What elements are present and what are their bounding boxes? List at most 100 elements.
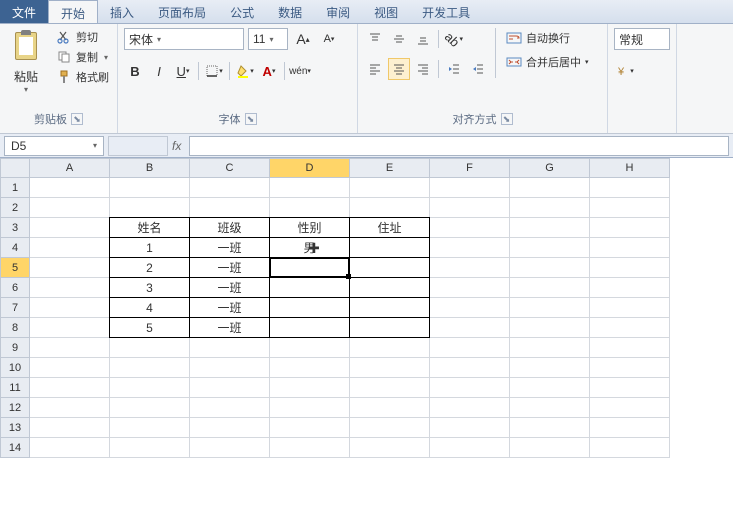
cell[interactable]: 住址	[349, 217, 430, 238]
cell[interactable]	[30, 298, 110, 318]
border-button[interactable]: ▾	[203, 60, 225, 82]
cell[interactable]	[430, 278, 510, 298]
cell[interactable]: 2	[109, 257, 190, 278]
col-header[interactable]: F	[430, 158, 510, 178]
cell[interactable]: 5	[109, 317, 190, 338]
cell[interactable]	[350, 438, 430, 458]
row-header[interactable]: 13	[0, 418, 30, 438]
cell[interactable]	[590, 358, 670, 378]
cell[interactable]	[430, 358, 510, 378]
cell[interactable]	[270, 358, 350, 378]
bold-button[interactable]: B	[124, 60, 146, 82]
cell[interactable]	[110, 338, 190, 358]
cell[interactable]	[510, 438, 590, 458]
tab-developer[interactable]: 开发工具	[410, 0, 482, 23]
cell[interactable]	[269, 277, 350, 298]
cell[interactable]	[349, 317, 430, 338]
cell[interactable]	[430, 418, 510, 438]
row-header[interactable]: 10	[0, 358, 30, 378]
cell[interactable]	[110, 198, 190, 218]
name-box[interactable]: D5▾	[4, 136, 104, 156]
row-header[interactable]: 5	[0, 258, 30, 278]
cell[interactable]	[590, 218, 670, 238]
cell[interactable]	[30, 218, 110, 238]
alignment-expand-icon[interactable]: ⬊	[501, 113, 513, 125]
cell[interactable]	[350, 338, 430, 358]
col-header[interactable]: H	[590, 158, 670, 178]
cell[interactable]	[270, 398, 350, 418]
font-size-combo[interactable]: 11▾	[248, 28, 288, 50]
row-header[interactable]: 14	[0, 438, 30, 458]
cell[interactable]	[110, 438, 190, 458]
cell[interactable]: 性别	[269, 217, 350, 238]
cell[interactable]	[270, 418, 350, 438]
cell[interactable]	[510, 298, 590, 318]
cell[interactable]	[430, 338, 510, 358]
font-expand-icon[interactable]: ⬊	[245, 113, 257, 125]
tab-home[interactable]: 开始	[48, 0, 98, 23]
cell[interactable]	[349, 257, 430, 278]
row-header[interactable]: 12	[0, 398, 30, 418]
cell[interactable]	[590, 438, 670, 458]
col-header[interactable]: G	[510, 158, 590, 178]
cell[interactable]	[30, 378, 110, 398]
cell[interactable]	[510, 378, 590, 398]
cell[interactable]: 1	[109, 237, 190, 258]
font-color-button[interactable]: A▾	[258, 60, 280, 82]
cell[interactable]	[430, 238, 510, 258]
cell[interactable]	[590, 278, 670, 298]
cell[interactable]	[349, 237, 430, 258]
cell[interactable]	[590, 298, 670, 318]
row-header[interactable]: 9	[0, 338, 30, 358]
align-bottom-button[interactable]	[412, 28, 434, 50]
cell[interactable]	[510, 178, 590, 198]
row-header[interactable]: 3	[0, 218, 30, 238]
cell[interactable]	[269, 297, 350, 318]
increase-font-button[interactable]: A▴	[292, 28, 314, 50]
cell[interactable]	[510, 418, 590, 438]
merge-center-button[interactable]: 合并后居中▾	[502, 52, 593, 72]
cell[interactable]	[30, 318, 110, 338]
col-header[interactable]: D	[270, 158, 350, 178]
cell[interactable]: 姓名	[109, 217, 190, 238]
cell[interactable]	[110, 358, 190, 378]
cell[interactable]	[430, 298, 510, 318]
cell[interactable]	[270, 438, 350, 458]
paste-button[interactable]: 粘贴 ▾	[6, 28, 46, 98]
cell[interactable]	[510, 258, 590, 278]
cell[interactable]: 一班	[189, 257, 270, 278]
row-header[interactable]: 8	[0, 318, 30, 338]
cell[interactable]	[430, 198, 510, 218]
format-painter-button[interactable]: 格式刷	[54, 68, 111, 86]
cell[interactable]	[110, 178, 190, 198]
phonetic-button[interactable]: wén▾	[289, 60, 311, 82]
underline-button[interactable]: U▾	[172, 60, 194, 82]
cell[interactable]	[510, 238, 590, 258]
tab-review[interactable]: 审阅	[314, 0, 362, 23]
cell[interactable]	[590, 398, 670, 418]
col-header[interactable]: A	[30, 158, 110, 178]
formula-bar[interactable]	[189, 136, 729, 156]
cell[interactable]: 一班	[189, 317, 270, 338]
col-header[interactable]: B	[110, 158, 190, 178]
cell[interactable]	[30, 258, 110, 278]
cell[interactable]	[590, 338, 670, 358]
fill-color-button[interactable]: ▾	[234, 60, 256, 82]
cell[interactable]	[590, 258, 670, 278]
cell[interactable]	[190, 178, 270, 198]
cell[interactable]: 3	[109, 277, 190, 298]
cell[interactable]	[349, 277, 430, 298]
align-top-button[interactable]	[364, 28, 386, 50]
row-header[interactable]: 6	[0, 278, 30, 298]
tab-page-layout[interactable]: 页面布局	[146, 0, 218, 23]
row-header[interactable]: 1	[0, 178, 30, 198]
cell[interactable]	[30, 418, 110, 438]
cell[interactable]	[349, 297, 430, 318]
copy-button[interactable]: 复制▾	[54, 48, 111, 66]
cell[interactable]	[270, 198, 350, 218]
wrap-text-button[interactable]: 自动换行	[502, 28, 593, 48]
cell[interactable]	[110, 398, 190, 418]
number-format-combo[interactable]: 常规	[614, 28, 670, 50]
tab-view[interactable]: 视图	[362, 0, 410, 23]
cell[interactable]	[30, 398, 110, 418]
